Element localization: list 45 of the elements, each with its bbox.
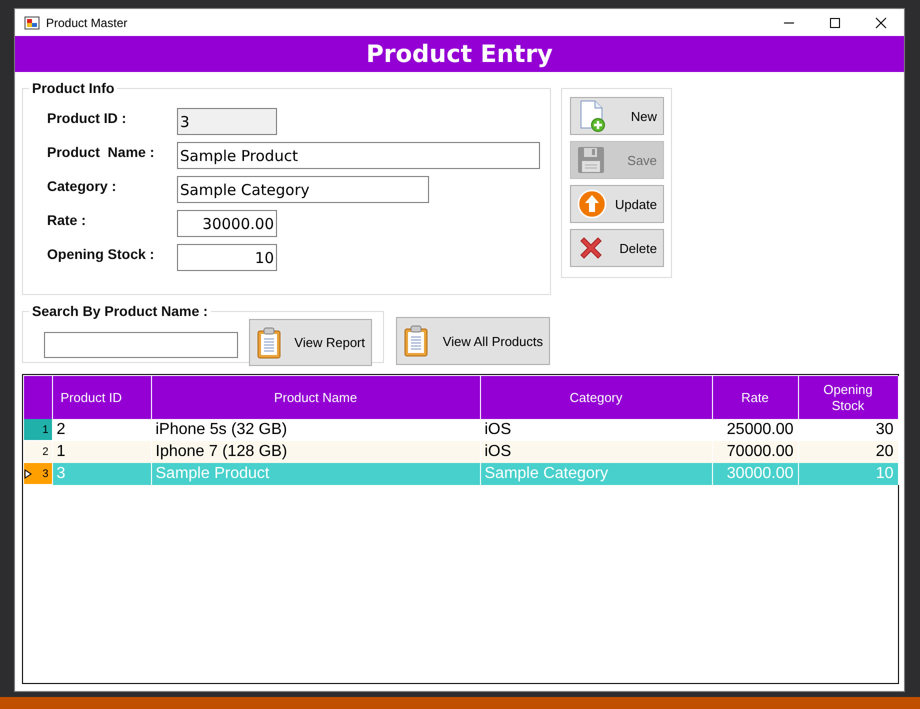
column-header[interactable]: Product ID — [52, 376, 151, 419]
table-row[interactable]: 3 3 Sample Product Sample Category 30000.00 10 — [24, 462, 898, 484]
text-field[interactable]: 30000.00 — [177, 210, 277, 237]
text-field[interactable]: 3 — [177, 108, 277, 135]
field-label: Product Name : — [47, 143, 156, 160]
table-cell: 1 — [52, 440, 151, 462]
table-cell: 3 — [52, 462, 151, 484]
row-header[interactable]: 1 — [24, 419, 52, 440]
field-label: Opening Stock : — [47, 245, 156, 262]
text-field[interactable]: Sample Category — [177, 176, 429, 203]
field-label: Category : — [47, 177, 118, 194]
text-field[interactable]: Sample Product — [177, 142, 540, 169]
row-header[interactable]: 3 — [24, 462, 52, 484]
table-cell: 70000.00 — [712, 440, 798, 462]
table-cell: 30000.00 — [712, 462, 798, 484]
update-button[interactable]: Update — [570, 185, 664, 223]
header-banner: Product Entry — [15, 36, 904, 72]
view-report-button[interactable]: View Report — [249, 319, 372, 366]
field-label: Product ID : — [47, 109, 128, 126]
row-header[interactable]: 2 — [24, 440, 52, 462]
table-cell: iOS — [480, 440, 712, 462]
new-button[interactable]: New — [570, 97, 664, 135]
column-header[interactable]: Rate — [712, 376, 798, 419]
clipboard-icon — [256, 326, 282, 358]
app-icon — [24, 14, 40, 30]
column-header[interactable]: Category — [480, 376, 712, 419]
group-label: Product Info — [31, 80, 116, 96]
table-cell: 10 — [798, 462, 898, 484]
search-field[interactable] — [44, 332, 238, 358]
table-cell: 20 — [798, 440, 898, 462]
close-icon — [875, 16, 887, 28]
table-cell: Iphone 7 (128 GB) — [151, 440, 480, 462]
group-label: Search By Product Name : — [31, 303, 209, 319]
text-field[interactable]: 10 — [177, 244, 277, 271]
column-header[interactable]: Product Name — [151, 376, 480, 419]
field-label: Rate : — [47, 211, 87, 228]
column-header[interactable]: Opening Stock — [798, 376, 898, 419]
table-row[interactable]: 2 1 Iphone 7 (128 GB) iOS 70000.00 20 — [24, 440, 898, 462]
table-cell: Sample Product — [151, 462, 480, 484]
window-title: Product Master — [46, 16, 128, 30]
maximize-icon — [829, 16, 841, 28]
delete-button[interactable]: Delete — [570, 229, 664, 267]
view-all-button[interactable]: View All Products — [396, 317, 550, 365]
table-cell: Sample Category — [480, 462, 712, 484]
clipboard-icon — [403, 325, 429, 357]
